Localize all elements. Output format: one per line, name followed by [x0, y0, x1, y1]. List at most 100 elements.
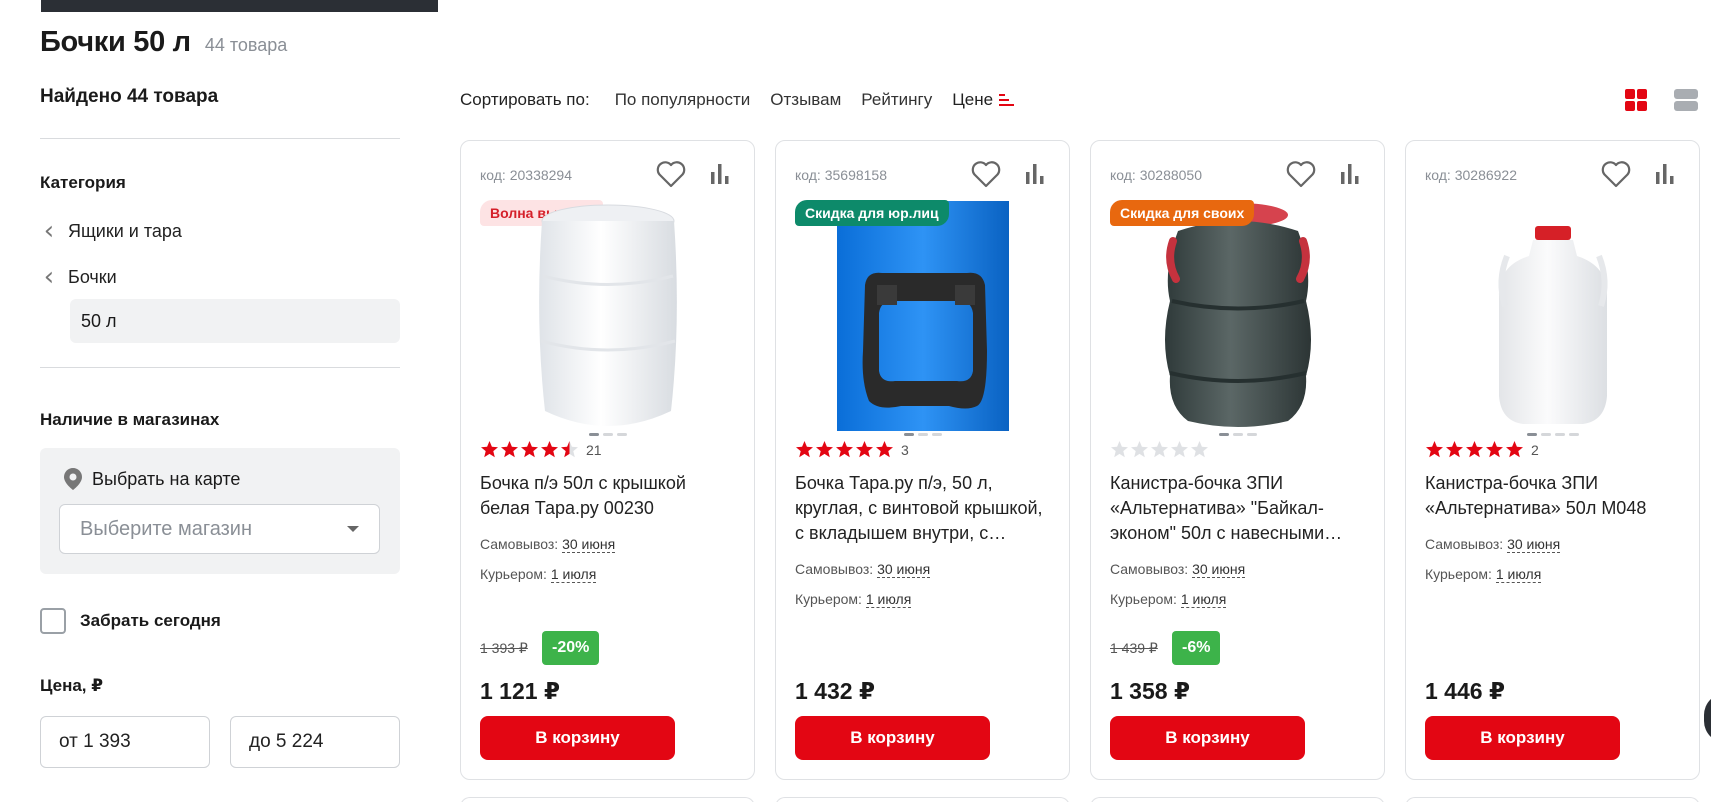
- rating: 2: [1425, 440, 1539, 459]
- star-icon: [481, 441, 498, 458]
- rating: [1110, 440, 1209, 459]
- pickup-date[interactable]: 30 июня: [877, 561, 931, 578]
- image-dots: [1526, 433, 1579, 436]
- chat-widget-button[interactable]: [1704, 693, 1711, 743]
- image-dots: [903, 433, 942, 436]
- category-current[interactable]: 50 л: [70, 299, 400, 343]
- star-icon: [1466, 441, 1483, 458]
- pickup-today-label: Забрать сегодня: [80, 611, 221, 630]
- sort-bar: Сортировать по: По популярности Отзывам …: [460, 90, 1035, 110]
- pickup-today-option[interactable]: Забрать сегодня: [40, 608, 400, 634]
- star-icon: [1486, 441, 1503, 458]
- star-icon: [1191, 441, 1208, 458]
- star-icon: [1171, 441, 1188, 458]
- sort-reviews[interactable]: Отзывам: [770, 90, 841, 110]
- sort-ascending-icon: [999, 94, 1015, 106]
- heart-icon[interactable]: [971, 160, 1001, 188]
- sort-popularity[interactable]: По популярности: [615, 90, 751, 110]
- courier-info: Курьером: 1 июля: [1425, 566, 1542, 583]
- add-to-cart-button[interactable]: В корзину: [480, 716, 675, 760]
- product-card[interactable]: код: 20338294 Волна выгоды 21 Бочка п/э …: [460, 140, 755, 780]
- sort-price[interactable]: Цене: [952, 90, 1015, 110]
- chevron-left-icon: ‹: [43, 262, 55, 292]
- add-to-cart-button[interactable]: В корзину: [795, 716, 990, 760]
- star-icon: [541, 441, 558, 458]
- pickup-info: Самовывоз: 30 июня: [795, 561, 931, 578]
- pickup-date[interactable]: 30 июня: [562, 536, 616, 553]
- old-price: 1 439 ₽: [1110, 640, 1158, 656]
- star-icon: [501, 441, 518, 458]
- heart-icon[interactable]: [1286, 160, 1316, 188]
- store-select[interactable]: Выберите магазин: [59, 504, 380, 554]
- pickup-date[interactable]: 30 июня: [1192, 561, 1246, 578]
- review-count[interactable]: 3: [901, 442, 909, 458]
- price-from-input[interactable]: от 1 393: [40, 716, 210, 768]
- product-name[interactable]: Бочка п/э 50л с крышкой белая Тара.ру 00…: [480, 471, 740, 521]
- courier-date[interactable]: 1 июля: [1180, 591, 1227, 608]
- heart-icon[interactable]: [656, 160, 686, 188]
- review-count[interactable]: 2: [1531, 442, 1539, 458]
- product-card[interactable]: код: 35698158 Скидка для юр.лиц 3 Бочка …: [775, 140, 1070, 780]
- star-icon: [876, 441, 893, 458]
- discount-badge: -20%: [542, 631, 600, 665]
- compare-icon[interactable]: [709, 164, 731, 184]
- compare-icon[interactable]: [1339, 164, 1361, 184]
- category-link-label: Ящики и тара: [68, 220, 182, 241]
- pick-on-map-link[interactable]: Выбрать на карте: [64, 468, 380, 490]
- product-card[interactable]: код: 30288050 Скидка для своих Канистра-…: [1090, 140, 1385, 780]
- courier-date[interactable]: 1 июля: [550, 566, 597, 583]
- category-title: Категория: [40, 173, 126, 192]
- courier-info: Курьером: 1 июля: [480, 566, 597, 583]
- category-link-boxes[interactable]: ‹ Ящики и тара: [40, 215, 400, 247]
- tooltip-strip: [41, 0, 438, 12]
- list-view-icon[interactable]: [1674, 89, 1698, 111]
- pickup-date[interactable]: 30 июня: [1507, 536, 1561, 553]
- product-price: 1 121 ₽: [480, 678, 560, 704]
- courier-date[interactable]: 1 июля: [865, 591, 912, 608]
- add-to-cart-button[interactable]: В корзину: [1425, 716, 1620, 760]
- review-count[interactable]: 21: [586, 442, 602, 458]
- add-to-cart-button[interactable]: В корзину: [1110, 716, 1305, 760]
- star-icon: [561, 441, 578, 458]
- product-code: код: 20338294: [480, 167, 572, 183]
- product-card[interactable]: код: 30286922 2 Канистра-бочка ЗПИ «Альт…: [1405, 140, 1700, 780]
- stores-box: Выбрать на карте Выберите магазин: [40, 448, 400, 574]
- star-icon: [1446, 441, 1463, 458]
- product-name[interactable]: Бочка Тара.ру п/э, 50 л, круглая, с винт…: [795, 471, 1055, 546]
- product-image[interactable]: [1158, 201, 1318, 431]
- product-count: 44 товара: [204, 35, 288, 55]
- found-count: Найдено 44 товара: [40, 86, 219, 107]
- product-code: код: 30286922: [1425, 167, 1517, 183]
- sort-rating[interactable]: Рейтингу: [861, 90, 932, 110]
- courier-info: Курьером: 1 июля: [1110, 591, 1227, 608]
- product-image[interactable]: [837, 201, 1009, 431]
- heart-icon[interactable]: [1601, 160, 1631, 188]
- courier-date[interactable]: 1 июля: [1495, 566, 1542, 583]
- sort-price-label: Цене: [952, 90, 994, 109]
- price-to-input[interactable]: до 5 224: [230, 716, 400, 768]
- rating: 21: [480, 440, 602, 459]
- category-link-label: Бочки: [68, 266, 117, 287]
- star-icon: [1111, 441, 1128, 458]
- category-link-barrels[interactable]: ‹ Бочки: [40, 261, 400, 293]
- divider: [40, 367, 400, 368]
- product-image[interactable]: [1493, 226, 1613, 426]
- grid-view-icon[interactable]: [1625, 89, 1647, 111]
- pickup-today-checkbox[interactable]: [40, 608, 66, 634]
- star-icon: [1151, 441, 1168, 458]
- compare-icon[interactable]: [1654, 164, 1676, 184]
- divider: [40, 138, 400, 139]
- price-range: от 1 393 до 5 224: [40, 716, 400, 768]
- compare-icon[interactable]: [1024, 164, 1046, 184]
- product-name[interactable]: Канистра-бочка ЗПИ «Альтернатива» "Байка…: [1110, 471, 1370, 546]
- discount-badge: -6%: [1172, 631, 1221, 665]
- product-name[interactable]: Канистра-бочка ЗПИ «Альтернатива» 50л М0…: [1425, 471, 1685, 521]
- product-price: 1 432 ₽: [795, 678, 875, 704]
- product-price: 1 446 ₽: [1425, 678, 1505, 704]
- courier-info: Курьером: 1 июля: [795, 591, 912, 608]
- product-image[interactable]: [533, 201, 683, 431]
- rating: 3: [795, 440, 909, 459]
- promo-badge: Скидка для юр.лиц: [795, 200, 949, 226]
- product-code: код: 35698158: [795, 167, 887, 183]
- pickup-info: Самовывоз: 30 июня: [1110, 561, 1246, 578]
